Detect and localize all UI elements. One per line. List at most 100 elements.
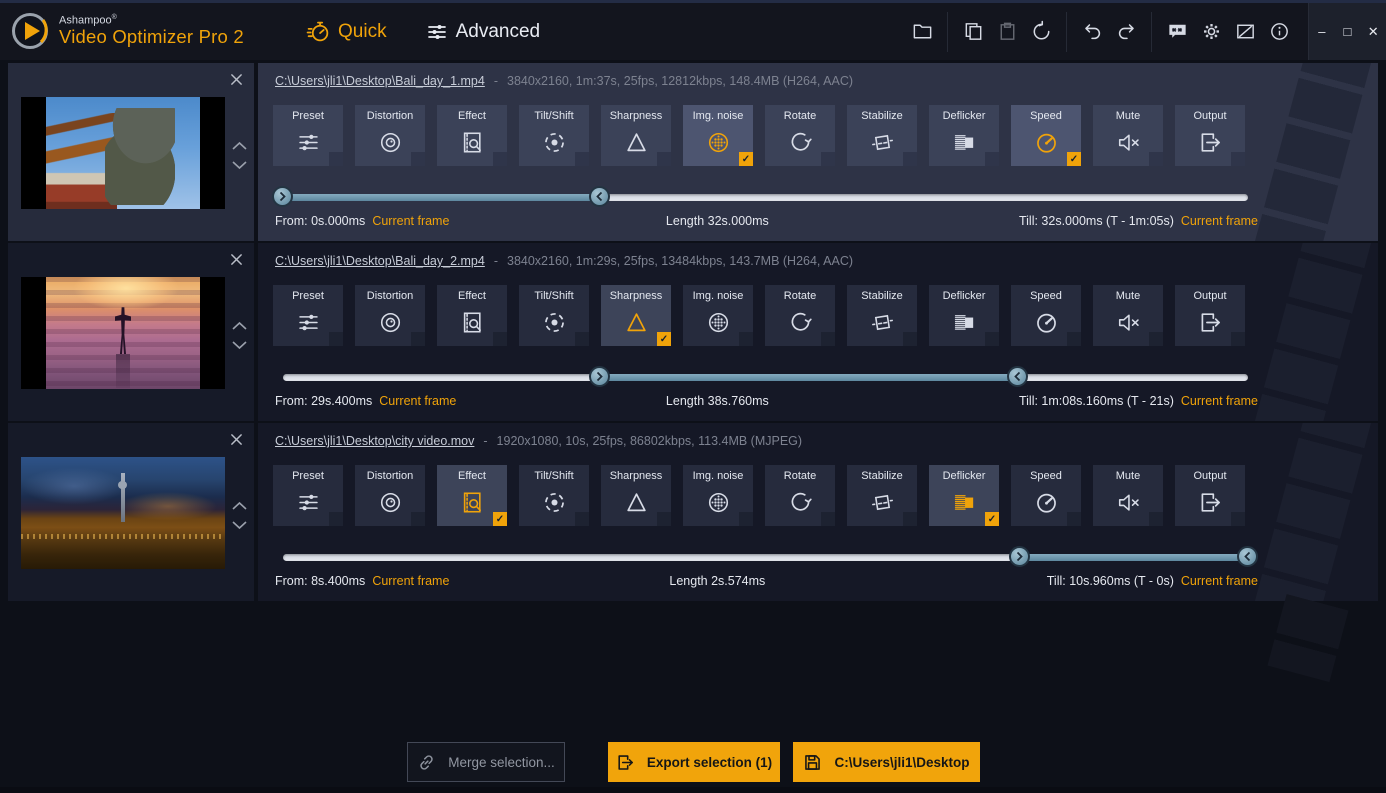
tool-checkbox[interactable] (575, 512, 589, 526)
tool-checkbox[interactable] (575, 332, 589, 346)
tool-checkbox[interactable] (903, 152, 917, 166)
tool-checkbox[interactable]: ✓ (739, 152, 753, 166)
file-path-link[interactable]: C:\Users\jli1\Desktop\Bali_day_2.mp4 (275, 254, 485, 268)
reset-icon[interactable] (1029, 20, 1053, 44)
move-up-button[interactable] (230, 501, 248, 511)
tool-checkbox[interactable]: ✓ (1067, 152, 1081, 166)
tool-button-distortion[interactable]: Distortion (355, 465, 425, 526)
tool-checkbox[interactable] (1149, 332, 1163, 346)
copy-button[interactable] (961, 20, 985, 44)
file-path-link[interactable]: C:\Users\jli1\Desktop\city video.mov (275, 434, 474, 448)
tool-checkbox[interactable] (1149, 152, 1163, 166)
tool-checkbox[interactable] (985, 332, 999, 346)
tool-button-effect[interactable]: Effect✓ (437, 465, 507, 526)
trim-handle-right[interactable] (1237, 546, 1258, 567)
move-up-button[interactable] (230, 321, 248, 331)
tool-checkbox[interactable] (329, 332, 343, 346)
tool-button-mute[interactable]: Mute (1093, 465, 1163, 526)
tool-button-stabilize[interactable]: Stabilize (847, 105, 917, 166)
tool-button-effect[interactable]: Effect (437, 105, 507, 166)
minimize-button[interactable]: – (1312, 24, 1332, 39)
tool-button-preset[interactable]: Preset (273, 105, 343, 166)
from-current-frame-link[interactable]: Current frame (379, 394, 456, 408)
undo-button[interactable] (1080, 20, 1104, 44)
tool-button-deflicker[interactable]: Deflicker✓ (929, 465, 999, 526)
tool-button-sharpness[interactable]: Sharpness (601, 105, 671, 166)
info-icon[interactable] (1267, 20, 1291, 44)
tool-checkbox[interactable] (575, 152, 589, 166)
tool-button-sharpness[interactable]: Sharpness (601, 465, 671, 526)
video-thumbnail[interactable] (21, 277, 225, 389)
tool-button-rotate[interactable]: Rotate (765, 465, 835, 526)
tool-button-preset[interactable]: Preset (273, 465, 343, 526)
output-path-button[interactable]: C:\Users\jli1\Desktop (793, 742, 980, 782)
move-down-button[interactable] (230, 520, 248, 530)
theme-icon[interactable] (1233, 20, 1257, 44)
trim-handle-left[interactable] (1009, 546, 1030, 567)
till-current-frame-link[interactable]: Current frame (1181, 214, 1258, 228)
tool-checkbox[interactable] (903, 332, 917, 346)
tool-checkbox[interactable] (1067, 512, 1081, 526)
tool-button-stabilize[interactable]: Stabilize (847, 285, 917, 346)
tool-checkbox[interactable] (411, 152, 425, 166)
remove-video-button[interactable] (228, 251, 244, 267)
move-down-button[interactable] (230, 340, 248, 350)
tool-button-output[interactable]: Output (1175, 285, 1245, 346)
tool-button-speed[interactable]: Speed (1011, 465, 1081, 526)
tool-button-mute[interactable]: Mute (1093, 285, 1163, 346)
tool-checkbox[interactable] (657, 152, 671, 166)
tool-button-rotate[interactable]: Rotate (765, 105, 835, 166)
tool-button-deflicker[interactable]: Deflicker (929, 285, 999, 346)
tool-checkbox[interactable]: ✓ (493, 512, 507, 526)
tool-button-img-noise[interactable]: Img. noise (683, 465, 753, 526)
tool-checkbox[interactable] (985, 152, 999, 166)
from-current-frame-link[interactable]: Current frame (372, 574, 449, 588)
tool-checkbox[interactable] (821, 512, 835, 526)
tool-checkbox[interactable] (1067, 332, 1081, 346)
tool-checkbox[interactable] (411, 332, 425, 346)
tool-button-output[interactable]: Output (1175, 465, 1245, 526)
video-thumbnail[interactable] (21, 457, 225, 569)
remove-video-button[interactable] (228, 71, 244, 87)
export-selection-button[interactable]: Export selection (1) (608, 742, 780, 782)
tool-checkbox[interactable]: ✓ (985, 512, 999, 526)
tool-button-tilt-shift[interactable]: Tilt/Shift (519, 285, 589, 346)
till-current-frame-link[interactable]: Current frame (1181, 574, 1258, 588)
tab-quick[interactable]: Quick (306, 19, 387, 44)
tool-button-distortion[interactable]: Distortion (355, 105, 425, 166)
tool-checkbox[interactable] (821, 152, 835, 166)
tool-checkbox[interactable] (821, 332, 835, 346)
tool-button-rotate[interactable]: Rotate (765, 285, 835, 346)
move-up-button[interactable] (230, 141, 248, 151)
tool-checkbox[interactable] (657, 512, 671, 526)
trim-slider[interactable] (283, 365, 1248, 389)
video-thumbnail[interactable] (21, 97, 225, 209)
remove-video-button[interactable] (228, 431, 244, 447)
tool-button-mute[interactable]: Mute (1093, 105, 1163, 166)
move-down-button[interactable] (230, 160, 248, 170)
tool-button-stabilize[interactable]: Stabilize (847, 465, 917, 526)
tool-button-img-noise[interactable]: Img. noise✓ (683, 105, 753, 166)
tool-button-deflicker[interactable]: Deflicker (929, 105, 999, 166)
tool-checkbox[interactable] (739, 332, 753, 346)
tool-button-speed[interactable]: Speed (1011, 285, 1081, 346)
tool-button-preset[interactable]: Preset (273, 285, 343, 346)
tool-button-sharpness[interactable]: Sharpness✓ (601, 285, 671, 346)
tool-checkbox[interactable] (1231, 512, 1245, 526)
tool-button-speed[interactable]: Speed✓ (1011, 105, 1081, 166)
tool-button-tilt-shift[interactable]: Tilt/Shift (519, 105, 589, 166)
tab-advanced[interactable]: Advanced (425, 20, 541, 44)
tool-button-img-noise[interactable]: Img. noise (683, 285, 753, 346)
close-button[interactable]: ✕ (1363, 24, 1383, 40)
tool-checkbox[interactable] (1231, 332, 1245, 346)
tool-checkbox[interactable] (411, 512, 425, 526)
settings-gear-icon[interactable] (1199, 20, 1223, 44)
from-current-frame-link[interactable]: Current frame (372, 214, 449, 228)
trim-handle-right[interactable] (1007, 366, 1028, 387)
feedback-icon[interactable] (1165, 20, 1189, 44)
trim-handle-right[interactable] (589, 186, 610, 207)
tool-checkbox[interactable] (1149, 512, 1163, 526)
trim-slider[interactable] (283, 545, 1248, 569)
maximize-button[interactable]: □ (1337, 24, 1357, 39)
tool-checkbox[interactable] (329, 512, 343, 526)
